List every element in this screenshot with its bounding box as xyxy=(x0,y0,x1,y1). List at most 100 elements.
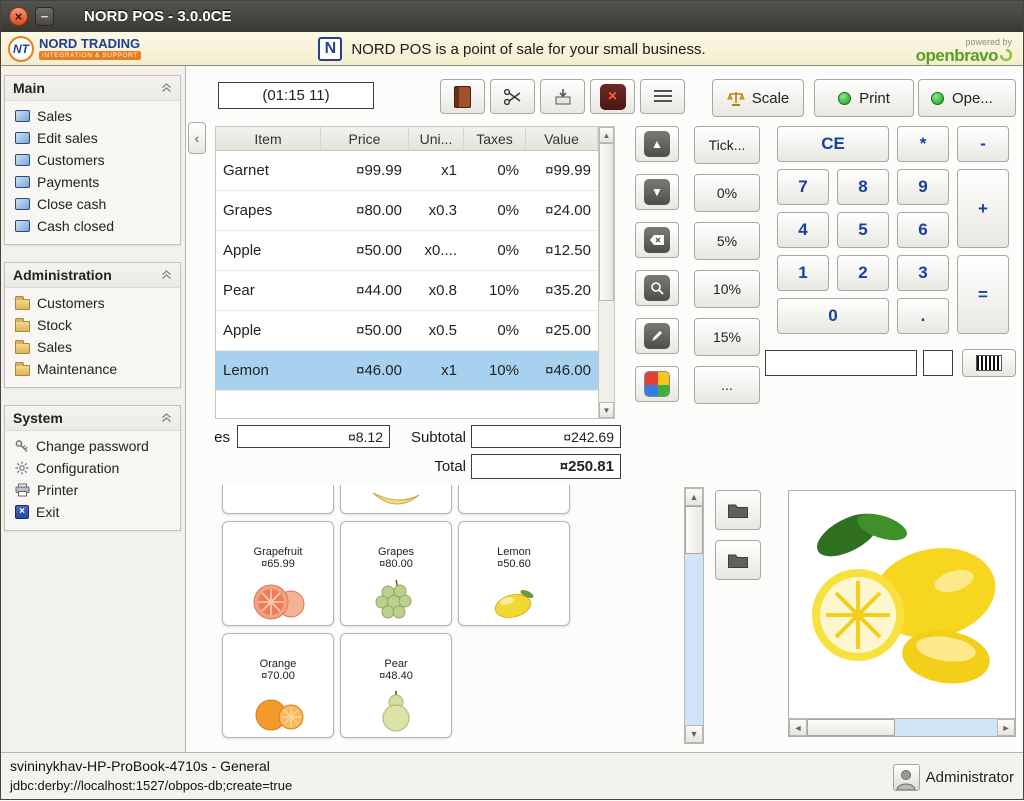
scroll-thumb[interactable] xyxy=(685,506,703,554)
search-product-button[interactable] xyxy=(635,270,679,306)
sidebar-item-configuration[interactable]: Configuration xyxy=(5,457,180,479)
discount-0-button[interactable]: 0% xyxy=(694,174,760,212)
scroll-track[interactable] xyxy=(685,506,703,725)
item-label: Sales xyxy=(37,108,72,124)
receipt-row[interactable]: Grapes ¤80.00 x0.3 0% ¤24.00 xyxy=(216,191,598,231)
sidebar-item-maintenance[interactable]: Maintenance xyxy=(5,358,180,380)
sidebar-item-customers[interactable]: Customers xyxy=(5,149,180,171)
minimize-icon[interactable]: − xyxy=(35,7,54,26)
product-tile-grapes[interactable]: Grapes ¤80.00 xyxy=(340,521,452,626)
sidebar-item-printer[interactable]: Printer xyxy=(5,479,180,501)
scroll-down-icon[interactable]: ▼ xyxy=(599,402,614,418)
cell-units: x0.5 xyxy=(409,311,464,350)
delete-receipt-button[interactable]: × xyxy=(590,79,635,114)
key-8[interactable]: 8 xyxy=(837,169,889,205)
product-tile-pear[interactable]: Pear ¤48.40 xyxy=(340,633,452,738)
print-button[interactable]: Print xyxy=(814,79,914,117)
journal-button[interactable] xyxy=(440,79,485,114)
sidebar-item-payments[interactable]: Payments xyxy=(5,171,180,193)
receipt-list-button[interactable] xyxy=(640,79,685,114)
key-ce[interactable]: CE xyxy=(777,126,889,162)
open-drawer-button[interactable]: Ope... xyxy=(918,79,1016,117)
sidebar-item-edit-sales[interactable]: Edit sales xyxy=(5,127,180,149)
key-5[interactable]: 5 xyxy=(837,212,889,248)
key-1[interactable]: 1 xyxy=(777,255,829,291)
sidebar-item-exit[interactable]: × Exit xyxy=(5,501,180,523)
sidebar-item-change-password[interactable]: Change password xyxy=(5,435,180,457)
barcode-button[interactable] xyxy=(962,349,1016,377)
receipt-row[interactable]: Garnet ¤99.99 x1 0% ¤99.99 xyxy=(216,151,598,191)
key-4[interactable]: 4 xyxy=(777,212,829,248)
scroll-left-icon[interactable]: ◄ xyxy=(789,719,807,736)
sidebar: Main Sales Edit sales Customers Payments… xyxy=(0,66,186,752)
sidebar-item-sales[interactable]: Sales xyxy=(5,105,180,127)
product-tile-orange[interactable]: Orange ¤70.00 xyxy=(222,633,334,738)
sidebar-item-cash-closed[interactable]: Cash closed xyxy=(5,215,180,237)
grapefruit-image-icon xyxy=(249,580,307,622)
close-icon[interactable]: × xyxy=(9,7,28,26)
section-title: System xyxy=(13,410,63,426)
sidebar-item-admin-sales[interactable]: Sales xyxy=(5,336,180,358)
key-multiply[interactable]: * xyxy=(897,126,949,162)
delete-line-button[interactable] xyxy=(635,222,679,258)
product-tile-grapefruit[interactable]: Grapefruit ¤65.99 xyxy=(222,521,334,626)
category-root-button[interactable] xyxy=(715,540,761,580)
key-dot[interactable]: . xyxy=(897,298,949,334)
sidebar-item-admin-customers[interactable]: Customers xyxy=(5,292,180,314)
key-6[interactable]: 6 xyxy=(897,212,949,248)
keypad-input[interactable] xyxy=(765,350,917,376)
catalog-scrollbar[interactable]: ▲ ▼ xyxy=(684,487,704,744)
product-tile-partial[interactable] xyxy=(458,485,570,514)
product-tile-partial[interactable] xyxy=(222,485,334,514)
move-receipt-button[interactable] xyxy=(540,79,585,114)
sidebar-item-close-cash[interactable]: Close cash xyxy=(5,193,180,215)
key-equals[interactable]: = xyxy=(957,255,1009,334)
key-2[interactable]: 2 xyxy=(837,255,889,291)
cell-value: ¤99.99 xyxy=(526,151,598,190)
key-7[interactable]: 7 xyxy=(777,169,829,205)
ticket-discount-button[interactable]: Tick... xyxy=(694,126,760,164)
scroll-right-icon[interactable]: ► xyxy=(997,719,1015,736)
receipt-row-selected[interactable]: Lemon ¤46.00 x1 10% ¤46.00 xyxy=(216,351,598,391)
key-0[interactable]: 0 xyxy=(777,298,889,334)
key-minus[interactable]: - xyxy=(957,126,1009,162)
receipt-row[interactable]: Apple ¤50.00 x0.5 0% ¤25.00 xyxy=(216,311,598,351)
sidebar-section-administration-header[interactable]: Administration xyxy=(5,263,180,288)
scroll-track[interactable] xyxy=(599,143,614,402)
discount-5-button[interactable]: 5% xyxy=(694,222,760,260)
scroll-thumb[interactable] xyxy=(599,143,614,301)
attributes-button[interactable] xyxy=(635,366,679,402)
discount-15-button[interactable]: 15% xyxy=(694,318,760,356)
scroll-up-icon[interactable]: ▲ xyxy=(599,127,614,143)
item-label: Customers xyxy=(37,152,105,168)
key-9[interactable]: 9 xyxy=(897,169,949,205)
scroll-track[interactable] xyxy=(807,719,997,736)
key-3[interactable]: 3 xyxy=(897,255,949,291)
keypad-aux-field[interactable] xyxy=(923,350,953,376)
scale-button[interactable]: Scale xyxy=(712,79,804,117)
receipt-scrollbar[interactable]: ▲ ▼ xyxy=(598,127,614,418)
cell-taxes: 0% xyxy=(464,311,526,350)
sidebar-item-stock[interactable]: Stock xyxy=(5,314,180,336)
key-plus[interactable]: + xyxy=(957,169,1009,248)
edit-line-button[interactable] xyxy=(635,318,679,354)
discount-more-button[interactable]: ... xyxy=(694,366,760,404)
cell-value: ¤24.00 xyxy=(526,191,598,230)
category-up-button[interactable] xyxy=(715,490,761,530)
receipt-row[interactable]: Apple ¤50.00 x0.... 0% ¤12.50 xyxy=(216,231,598,271)
line-up-button[interactable]: ▲ xyxy=(635,126,679,162)
product-tile-lemon[interactable]: Lemon ¤50.60 xyxy=(458,521,570,626)
collapse-panel-button[interactable]: ‹ xyxy=(188,122,206,154)
scroll-up-icon[interactable]: ▲ xyxy=(685,488,703,506)
discount-10-button[interactable]: 10% xyxy=(694,270,760,308)
delete-x-icon: × xyxy=(600,84,626,110)
scroll-down-icon[interactable]: ▼ xyxy=(685,725,703,743)
sidebar-section-main-header[interactable]: Main xyxy=(5,76,180,101)
image-scrollbar[interactable]: ◄ ► xyxy=(789,718,1015,736)
receipt-row[interactable]: Pear ¤44.00 x0.8 10% ¤35.20 xyxy=(216,271,598,311)
line-down-button[interactable]: ▼ xyxy=(635,174,679,210)
scroll-thumb[interactable] xyxy=(807,719,895,736)
product-tile-partial[interactable] xyxy=(340,485,452,514)
sidebar-section-system-header[interactable]: System xyxy=(5,406,180,431)
split-receipt-button[interactable] xyxy=(490,79,535,114)
